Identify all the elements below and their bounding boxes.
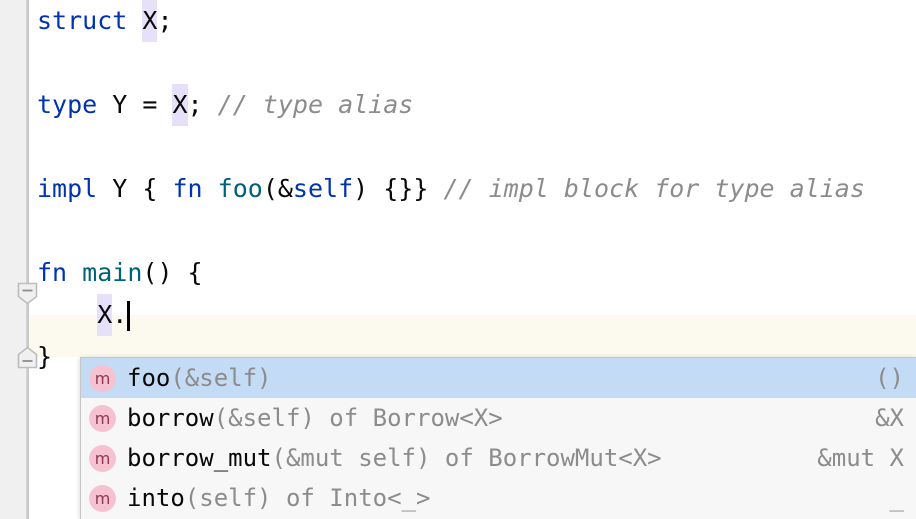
code-keyword: self — [292, 174, 354, 203]
code-comment: // impl block for type alias — [443, 174, 865, 203]
completion-item-text: into(self) of Into<_> — [127, 484, 872, 512]
method-icon: m — [89, 444, 116, 472]
highlighted-identifier: X — [172, 84, 188, 126]
text-caret — [127, 301, 131, 331]
code-text: ) {}} — [353, 174, 444, 203]
completion-item-signature: (self) of Into<_> — [184, 484, 431, 512]
code-text: . — [112, 300, 128, 329]
highlighted-identifier: X — [97, 294, 113, 336]
completion-item-name: borrow_mut — [127, 444, 272, 472]
code-text: Y = — [97, 90, 173, 119]
completion-item-text: borrow(&self) of Borrow<X> — [127, 404, 857, 432]
completion-item-text: borrow_mut(&mut self) of BorrowMut<X> — [127, 444, 799, 472]
code-line[interactable]: fn main() { — [29, 252, 203, 294]
code-keyword: fn — [37, 258, 68, 287]
code-comment: // type alias — [217, 90, 414, 119]
completion-item-signature: (&mut self) of BorrowMut<X> — [271, 444, 662, 472]
completion-item-signature: (&self) of Borrow<X> — [213, 404, 503, 432]
code-keyword: struct — [37, 6, 128, 35]
completion-item[interactable]: m foo(&self)() — [81, 358, 916, 398]
method-icon: m — [89, 364, 116, 392]
code-line[interactable]: impl Y { fn foo (& self) {}} // impl block… — [29, 168, 865, 210]
completion-item-text: foo(&self) — [127, 364, 857, 392]
code-line[interactable]: } — [29, 336, 52, 378]
completion-item-return-type: &X — [875, 404, 904, 432]
code-function-name: foo — [217, 174, 263, 203]
completion-item-name: foo — [127, 364, 171, 392]
completion-item[interactable]: m borrow(&self) of Borrow<X> &X — [81, 398, 916, 438]
code-line[interactable]: X. — [29, 294, 131, 336]
method-icon: m — [89, 484, 116, 512]
code-function-name: main — [82, 258, 143, 287]
highlighted-identifier: X — [142, 0, 158, 42]
completion-item-signature: (&self) — [170, 364, 272, 392]
code-text: } — [37, 342, 53, 371]
code-editor[interactable]: struct X; type Y = X; // type alias impl Y… — [0, 0, 916, 519]
code-line[interactable] — [29, 210, 37, 252]
code-text: ; — [157, 6, 173, 35]
editor-gutter[interactable] — [0, 0, 27, 519]
code-text: () { — [142, 258, 203, 287]
code-text: (& — [262, 174, 293, 203]
code-text: ; — [187, 90, 218, 119]
code-completion-popup[interactable]: m foo(&self)() m borrow(&self) of Borrow<X>… — [80, 357, 916, 519]
code-text: Y { — [97, 174, 173, 203]
method-icon: m — [89, 404, 116, 432]
completion-item-name: into — [127, 484, 185, 512]
completion-item-name: borrow — [127, 404, 214, 432]
completion-item-return-type: &mut X — [817, 444, 904, 472]
completion-item-return-type: () — [875, 364, 904, 392]
completion-item[interactable]: m borrow_mut(&mut self) of BorrowMut<X> &m… — [81, 438, 916, 478]
code-keyword: impl — [37, 174, 98, 203]
code-line[interactable] — [29, 126, 37, 168]
code-line[interactable]: type Y = X; // type alias — [29, 84, 413, 126]
code-line[interactable] — [29, 42, 37, 84]
code-line[interactable]: struct X; — [29, 0, 173, 42]
completion-item-return-type: _ — [889, 484, 904, 512]
code-keyword: type — [37, 90, 98, 119]
code-keyword: fn — [172, 174, 203, 203]
completion-item[interactable]: m into(self) of Into<_> _ — [81, 478, 916, 518]
